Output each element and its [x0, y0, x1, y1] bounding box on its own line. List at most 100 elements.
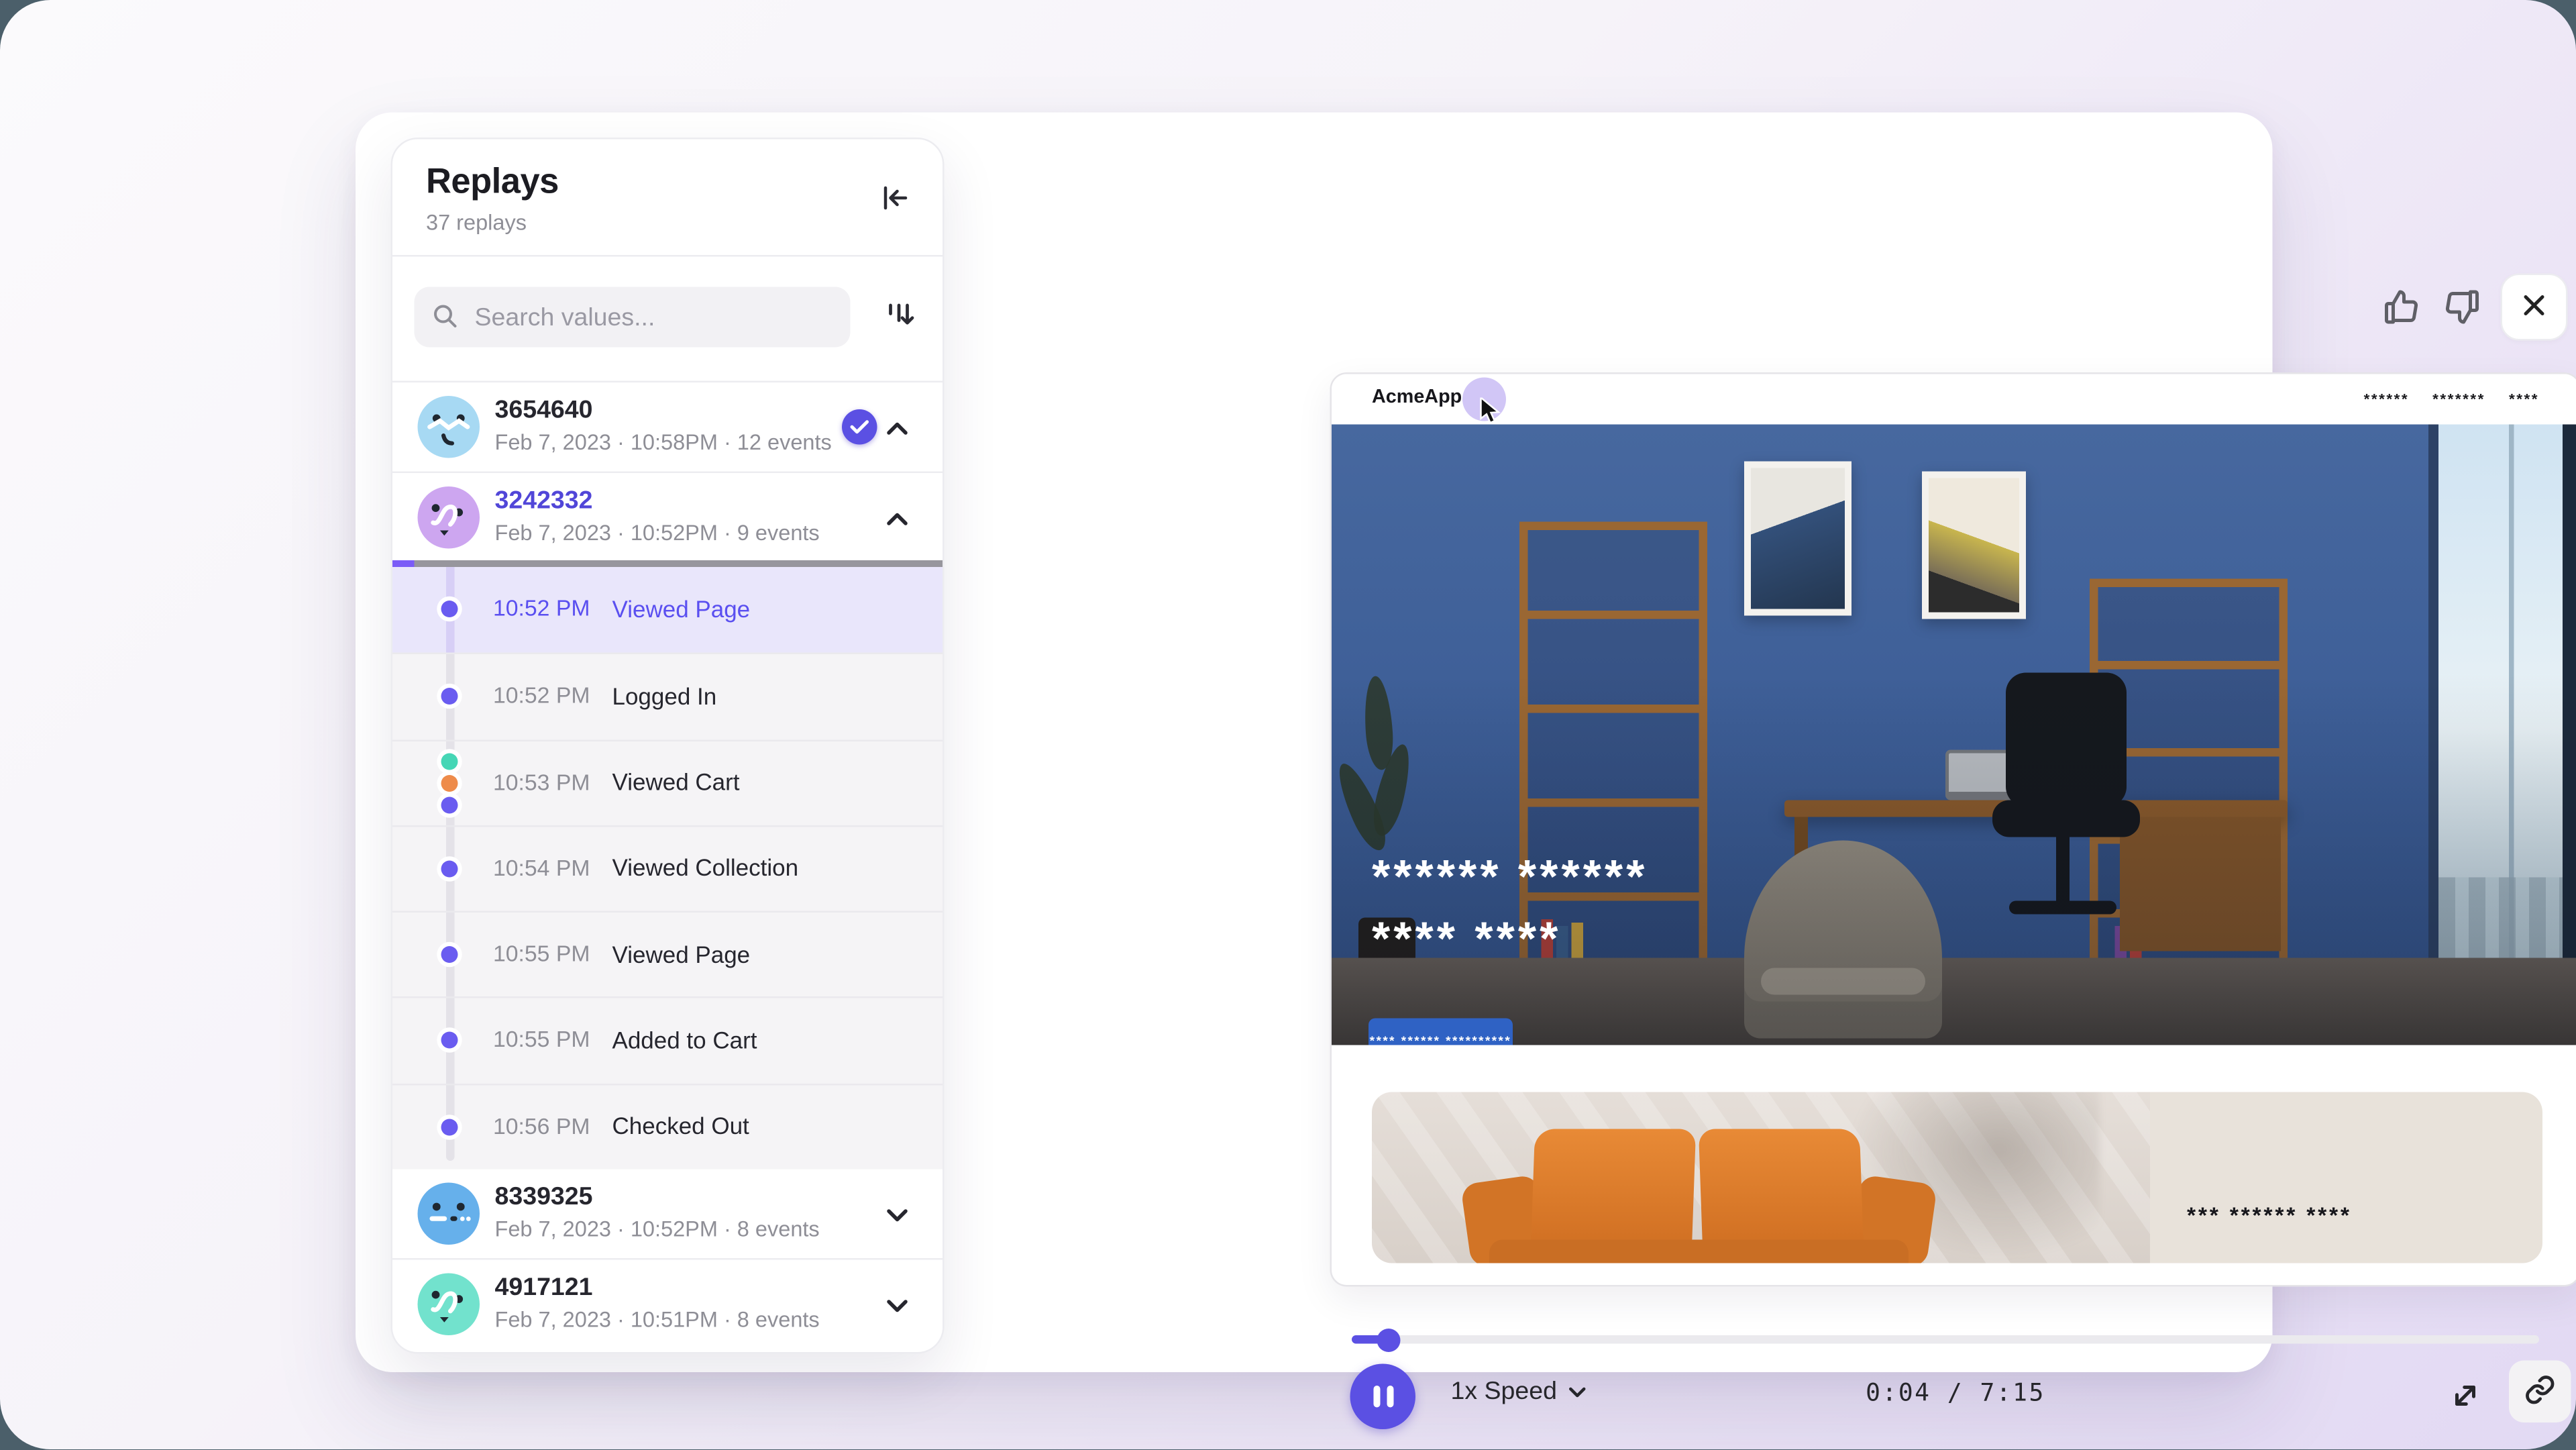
site-nav: ****** ******* ****	[2364, 391, 2539, 408]
check-icon	[851, 412, 869, 442]
event-time: 10:54 PM	[493, 856, 590, 881]
hero-headline-masked: ****** ******	[1372, 847, 1648, 894]
nav-item-masked: ******	[2364, 391, 2410, 408]
replays-panel: Replays 37 replays	[391, 138, 945, 1354]
session-selected-badge	[842, 409, 877, 445]
event-row[interactable]: 10:56 PM Checked Out	[392, 1083, 943, 1169]
session-row[interactable]: 8339325 Feb 7, 2023 · 10:52PM · 8 events	[392, 1170, 943, 1259]
session-id: 3654640	[495, 396, 593, 425]
event-row[interactable]: 10:55 PM Added to Cart	[392, 997, 943, 1083]
hero-section: ****** ****** **** **** **** ****** ****…	[1332, 425, 2576, 1045]
playback-progress-bar[interactable]	[1352, 1335, 2539, 1344]
playback-controls: 1x Speed 0:04 / 7:15	[1330, 1359, 2576, 1436]
session-row[interactable]: 3242332 Feb 7, 2023 · 10:52PM · 9 events	[392, 472, 943, 561]
share-link-button[interactable]	[2509, 1361, 2571, 1423]
thumbs-up-icon	[2381, 307, 2422, 333]
event-row[interactable]: 10:53 PM Viewed Cart	[392, 739, 943, 825]
event-row[interactable]: 10:54 PM Viewed Collection	[392, 825, 943, 911]
chevron-up-icon	[885, 506, 909, 531]
event-label: Viewed Cart	[612, 768, 740, 795]
progress-thumb[interactable]	[1377, 1328, 1401, 1351]
event-row[interactable]: 10:52 PM Viewed Page	[392, 567, 943, 653]
product-section: *** ****** ****	[1372, 1092, 2542, 1263]
time-total: 7:15	[1980, 1381, 2045, 1408]
session-meta: Feb 7, 2023 · 10:58PM · 12 events	[495, 429, 832, 455]
hero-cta-button-masked: **** ****** **********	[1368, 1019, 1513, 1045]
page-title: Replays	[426, 163, 559, 203]
search-input[interactable]	[472, 287, 837, 348]
hero-subline-masked: **** ****	[1372, 909, 1561, 956]
time-separator: /	[1947, 1381, 1964, 1408]
session-list: 3654640 Feb 7, 2023 · 10:58PM · 12 event…	[392, 382, 943, 1347]
event-dot	[441, 688, 458, 705]
session-meta: Feb 7, 2023 · 10:52PM · 9 events	[495, 520, 820, 546]
fullscreen-button[interactable]	[2444, 1376, 2487, 1419]
event-dot	[441, 946, 458, 963]
chevron-down-icon	[885, 1202, 909, 1227]
filter-button[interactable]	[875, 294, 922, 341]
session-row[interactable]: 3654640 Feb 7, 2023 · 10:58PM · 12 event…	[392, 382, 943, 472]
time-current: 0:04	[1866, 1381, 1931, 1408]
close-button[interactable]	[2501, 274, 2568, 341]
search-box	[415, 287, 851, 348]
nav-item-masked: *******	[2432, 391, 2485, 408]
session-progress-bar	[392, 560, 943, 567]
event-dot	[441, 796, 458, 813]
product-title-masked: *** ****** ****	[2187, 1203, 2352, 1229]
event-dot	[441, 860, 458, 877]
event-dot	[441, 1033, 458, 1049]
event-dot	[441, 752, 458, 769]
avatar	[418, 486, 480, 549]
event-label: Viewed Page	[612, 594, 751, 621]
chevron-up-icon	[885, 415, 909, 441]
link-icon	[2524, 1373, 2557, 1410]
recorded-site-header: AcmeApp ****** ******* ****	[1332, 374, 2576, 425]
event-row[interactable]: 10:52 PM Logged In	[392, 653, 943, 739]
collapse-panel-button[interactable]	[875, 180, 916, 220]
session-collapse-toggle[interactable]	[884, 505, 911, 532]
event-time: 10:55 PM	[493, 941, 590, 967]
sofa-illustration	[1531, 1129, 1696, 1250]
event-dot	[441, 774, 458, 791]
event-time: 10:53 PM	[493, 769, 590, 794]
expand-icon	[2449, 1392, 2482, 1417]
session-progress-fill	[392, 560, 415, 567]
panel-header: Replays 37 replays	[392, 140, 943, 257]
event-time: 10:52 PM	[493, 683, 590, 709]
time-display: 0:04 / 7:15	[1330, 1381, 2576, 1408]
chevron-down-icon	[885, 1292, 909, 1318]
session-row[interactable]: 4917121 Feb 7, 2023 · 10:51PM · 8 events	[392, 1258, 943, 1347]
event-label: Added to Cart	[612, 1027, 757, 1053]
session-meta: Feb 7, 2023 · 10:51PM · 8 events	[495, 1307, 820, 1333]
close-icon	[2521, 291, 2548, 323]
session-id: 8339325	[495, 1183, 593, 1212]
avatar	[418, 1274, 480, 1336]
session-replay-app: AcmeApp ****** ******* ****	[0, 0, 2576, 1450]
avatar	[418, 1183, 480, 1245]
event-label: Checked Out	[612, 1112, 749, 1139]
session-id: 4917121	[495, 1274, 593, 1302]
event-label: Logged In	[612, 682, 717, 709]
session-collapse-toggle[interactable]	[884, 415, 911, 442]
feedback-thumbs-up-button[interactable]	[2380, 287, 2424, 331]
sofa-illustration	[1489, 1240, 1909, 1263]
sort-filter-icon	[881, 313, 918, 338]
site-brand: AcmeApp	[1372, 388, 1462, 408]
event-row[interactable]: 10:55 PM Viewed Page	[392, 911, 943, 997]
nav-item-masked: ****	[2509, 391, 2539, 408]
sofa-illustration	[1699, 1129, 1864, 1250]
session-expand-toggle[interactable]	[884, 1292, 911, 1318]
feedback-thumbs-down-button[interactable]	[2440, 287, 2484, 331]
event-list: 10:52 PM Viewed Page 10:52 PM Logged In …	[392, 567, 943, 1170]
search-row	[392, 257, 943, 381]
product-image	[1372, 1092, 2150, 1263]
session-id: 3242332	[495, 486, 593, 515]
event-time: 10:52 PM	[493, 596, 590, 621]
session-meta: Feb 7, 2023 · 10:52PM · 8 events	[495, 1216, 820, 1242]
event-time: 10:55 PM	[493, 1027, 590, 1053]
product-info-panel: *** ****** ****	[2150, 1092, 2542, 1263]
session-expand-toggle[interactable]	[884, 1201, 911, 1228]
event-label: Viewed Page	[612, 941, 751, 968]
event-label: Viewed Collection	[612, 854, 799, 881]
cursor-icon	[1479, 398, 1503, 433]
